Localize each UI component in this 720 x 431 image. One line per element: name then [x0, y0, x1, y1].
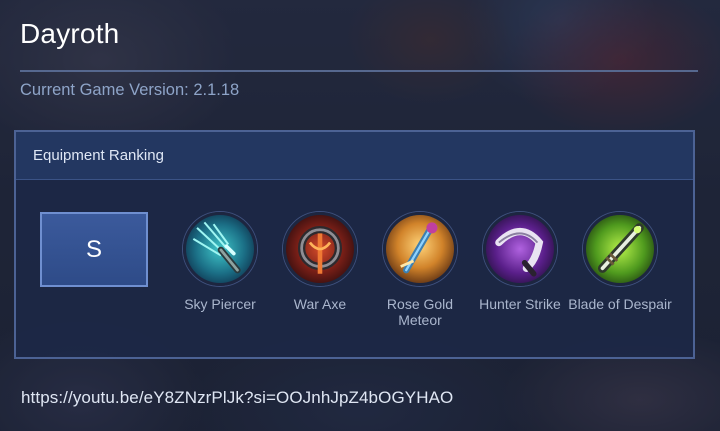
- equipment-item[interactable]: Hunter Strike: [465, 212, 575, 312]
- panel-header-label: Equipment Ranking: [33, 147, 164, 164]
- equipment-item[interactable]: War Axe: [265, 212, 375, 312]
- equipment-item[interactable]: Rose Gold Meteor: [365, 212, 475, 328]
- blade-of-despair-icon: [583, 212, 657, 286]
- item-label: Sky Piercer: [184, 296, 256, 312]
- hero-name-title: Dayroth: [20, 18, 120, 49]
- title-divider: [20, 70, 698, 72]
- rose-gold-meteor-icon: [383, 212, 457, 286]
- tier-label: S: [85, 235, 102, 263]
- equipment-ranking-panel: Equipment Ranking S Sky Piercer War Axe …: [14, 130, 695, 359]
- item-label: Hunter Strike: [479, 296, 561, 312]
- tier-badge: S: [40, 212, 148, 287]
- item-label: Blade of Despair: [568, 296, 672, 312]
- sky-piercer-icon: [183, 212, 257, 286]
- hunter-strike-icon: [483, 212, 557, 286]
- panel-header: Equipment Ranking: [16, 132, 693, 180]
- hero-equipment-card: Dayroth Current Game Version: 2.1.18 Equ…: [0, 0, 720, 431]
- video-link[interactable]: https://youtu.be/eY8ZNzrPlJk?si=OOJnhJpZ…: [21, 388, 453, 408]
- item-label: Rose Gold Meteor: [386, 296, 454, 328]
- equipment-item[interactable]: Blade of Despair: [565, 212, 675, 312]
- equipment-item[interactable]: Sky Piercer: [165, 212, 275, 312]
- war-axe-icon: [283, 212, 357, 286]
- item-label: War Axe: [293, 296, 347, 312]
- game-version-text: Current Game Version: 2.1.18: [20, 81, 240, 99]
